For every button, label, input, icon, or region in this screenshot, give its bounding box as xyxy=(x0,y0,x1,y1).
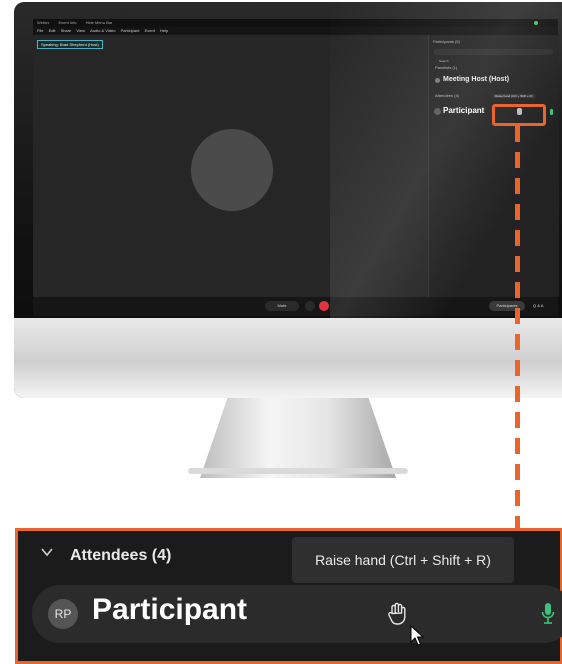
participant-name: Participant xyxy=(443,106,485,115)
host-avatar xyxy=(435,78,440,83)
menu-audio-video[interactable]: Audio & Video xyxy=(90,28,115,33)
microphone-icon xyxy=(541,603,555,624)
menu-view[interactable]: View xyxy=(76,28,85,33)
qa-button[interactable]: Q & A xyxy=(533,301,543,311)
menu-file[interactable]: File xyxy=(37,28,43,33)
attendees-header[interactable]: Attendees (4) xyxy=(70,547,171,565)
monitor-chin xyxy=(14,318,562,398)
participant-row[interactable]: RP Participant xyxy=(32,585,562,646)
zoom-callout: Attendees (4) Raise hand (Ctrl + Shift +… xyxy=(15,528,562,664)
mic-icon xyxy=(550,109,553,115)
more-options-button[interactable] xyxy=(305,301,315,311)
panel-title: Participants (5) xyxy=(433,39,460,44)
mute-button[interactable]: Mute xyxy=(265,301,299,311)
panelists-header[interactable]: Panelists (1) xyxy=(435,65,457,70)
attendees-header[interactable]: Attendees (4) xyxy=(435,93,459,98)
leave-button[interactable] xyxy=(319,301,329,311)
meeting-controls: Mute Participants Q & A xyxy=(33,297,558,316)
callout-dashed-line xyxy=(515,126,520,534)
menu-event[interactable]: Event xyxy=(145,28,155,33)
mute-label: Mute xyxy=(277,303,287,308)
participant-name: Participant xyxy=(92,593,248,626)
title-bar: Webex Event Info Hide Menu Bar xyxy=(33,19,558,27)
menu-bar: File Edit Share View Audio & Video Parti… xyxy=(33,27,558,35)
menu-help[interactable]: Help xyxy=(160,28,168,33)
status-dot-icon xyxy=(534,21,538,25)
title-item[interactable]: Event Info xyxy=(59,20,77,25)
search-input[interactable]: Search xyxy=(433,49,553,63)
speaking-indicator: Speaking: Brad Shepherd (Host) xyxy=(37,40,103,49)
menu-participant[interactable]: Participant xyxy=(121,28,140,33)
menu-edit[interactable]: Edit xyxy=(49,28,56,33)
monitor-stand-base xyxy=(188,468,408,474)
monitor-stand xyxy=(200,398,396,478)
menu-share[interactable]: Share xyxy=(61,28,72,33)
raise-hand-tooltip-small: Raise hand (Ctrl + Shift + R) xyxy=(493,94,535,98)
speaker-avatar xyxy=(191,129,273,211)
participant-avatar xyxy=(434,108,441,115)
mouse-cursor-icon xyxy=(410,625,424,646)
highlight-box xyxy=(492,104,546,126)
participants-panel: Participants (5) Search Panelists (1) Me… xyxy=(428,35,559,297)
participant-avatar: RP xyxy=(48,599,78,629)
search-placeholder: Search xyxy=(439,59,449,63)
video-stage: Speaking: Brad Shepherd (Host) xyxy=(33,35,428,297)
raise-hand-tooltip: Raise hand (Ctrl + Shift + R) xyxy=(292,537,514,583)
title-item[interactable]: Hide Menu Bar xyxy=(86,20,113,25)
title-item: Webex xyxy=(37,20,50,25)
webex-screen: Webex Event Info Hide Menu Bar File Edit… xyxy=(33,19,559,316)
host-name: Meeting Host (Host) xyxy=(443,76,510,83)
chevron-down-icon[interactable] xyxy=(40,545,54,559)
raise-hand-icon[interactable] xyxy=(386,601,408,627)
